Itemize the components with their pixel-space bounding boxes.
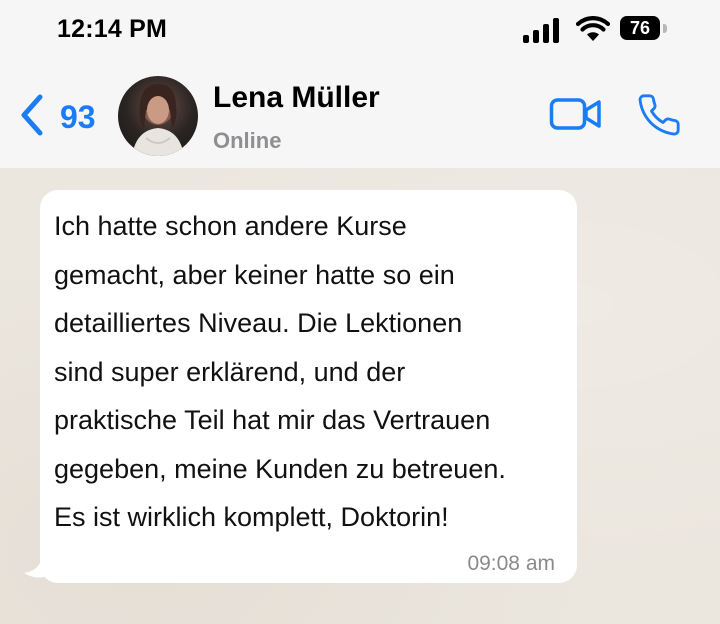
contact-status: Online [213,128,282,153]
status-time: 12:14 PM [57,15,167,43]
video-call-button[interactable] [549,96,603,137]
video-icon [549,98,601,130]
phone-icon [638,94,680,136]
message-text: Ich hatte schon andere Kurse gemacht, ab… [54,211,506,532]
wifi-icon [575,16,611,47]
status-bar: 12:14 PM 76 [0,0,720,66]
battery-icon: 76 [620,16,660,40]
chat-area[interactable]: Ich hatte schon andere Kurse gemacht, ab… [0,168,720,624]
message-timestamp: 09:08 am [467,552,555,575]
incoming-message-bubble[interactable]: Ich hatte schon andere Kurse gemacht, ab… [40,190,577,583]
chat-header: 93 Lena Müller Online [0,66,720,168]
chevron-left-icon [18,93,46,142]
contact-name[interactable]: Lena Müller [213,81,380,115]
signal-icon [522,18,562,49]
back-button[interactable]: 93 [18,93,96,141]
battery-cap [663,24,667,33]
voice-call-button[interactable] [636,92,682,143]
avatar[interactable] [118,76,198,156]
unread-count: 93 [60,98,96,135]
